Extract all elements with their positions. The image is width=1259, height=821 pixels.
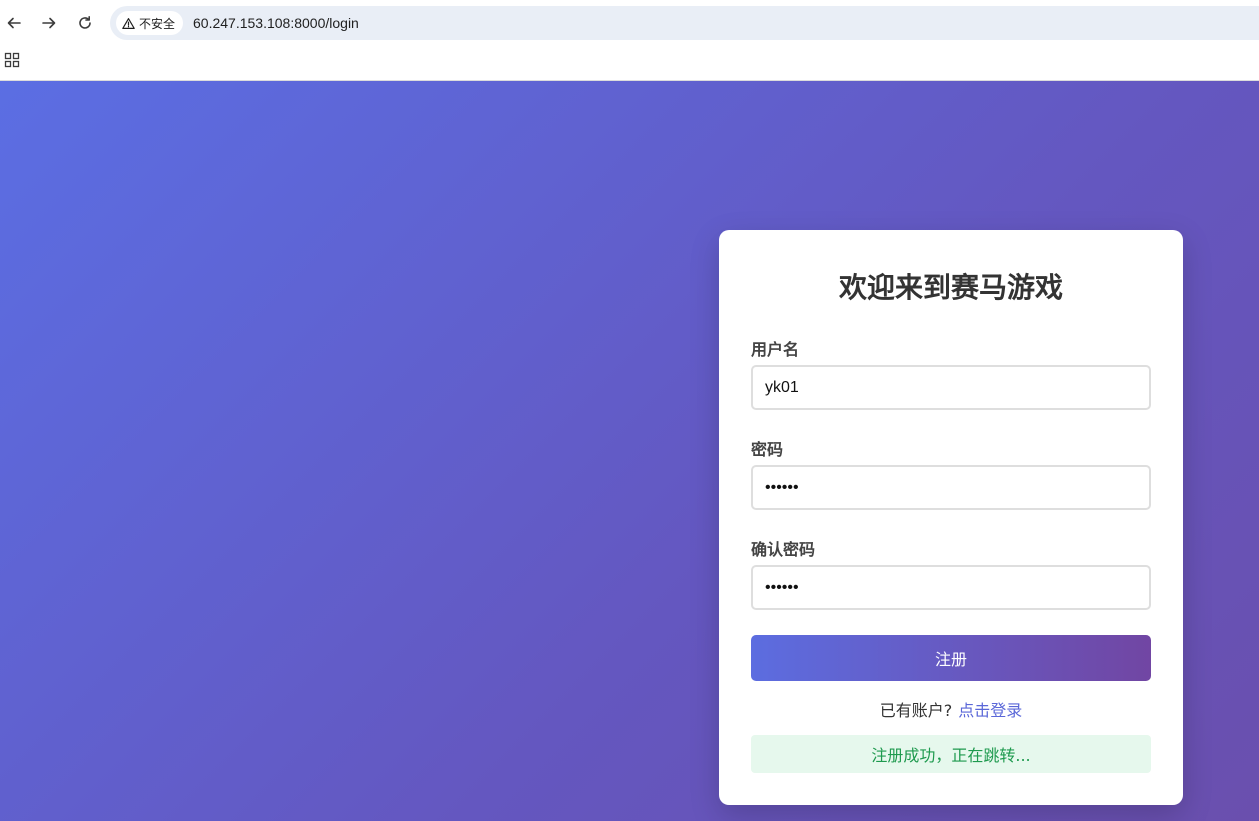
reload-icon [79,16,91,29]
browser-toolbar: 不安全 60.247.153.108:8000/login [0,0,1259,46]
page-background: 欢迎来到赛马游戏 用户名 密码 确认密码 注册 已有账户? 点击登录 注册成功，正… [0,81,1259,821]
reload-button[interactable] [74,12,96,34]
url-text[interactable]: 60.247.153.108:8000/login [193,15,359,31]
warning-icon [122,17,135,29]
username-input[interactable] [751,365,1151,410]
security-label: 不安全 [139,16,176,31]
register-button[interactable]: 注册 [751,635,1151,681]
forward-button[interactable] [38,12,60,34]
login-prompt: 已有账户? [879,701,953,720]
login-switch: 已有账户? 点击登录 [719,697,1183,721]
username-label: 用户名 [751,340,800,359]
back-button[interactable] [3,12,25,34]
login-link[interactable]: 点击登录 [958,701,1022,720]
back-arrow-icon [7,17,21,29]
password-input[interactable] [751,465,1151,510]
forward-arrow-icon [42,17,56,29]
password-label: 密码 [751,440,784,459]
page-title: 欢迎来到赛马游戏 [838,271,1063,304]
address-bar[interactable]: 不安全 60.247.153.108:8000/login [110,6,1259,40]
register-card: 欢迎来到赛马游戏 用户名 密码 确认密码 注册 已有账户? 点击登录 注册成功，正… [719,230,1183,805]
security-chip[interactable]: 不安全 [116,11,184,35]
status-message: 注册成功，正在跳转... [751,735,1151,773]
confirm-password-label: 确认密码 [751,540,816,559]
apps-grid-icon[interactable] [4,52,20,68]
bookmarks-bar [0,46,1259,81]
confirm-password-input[interactable] [751,565,1151,610]
